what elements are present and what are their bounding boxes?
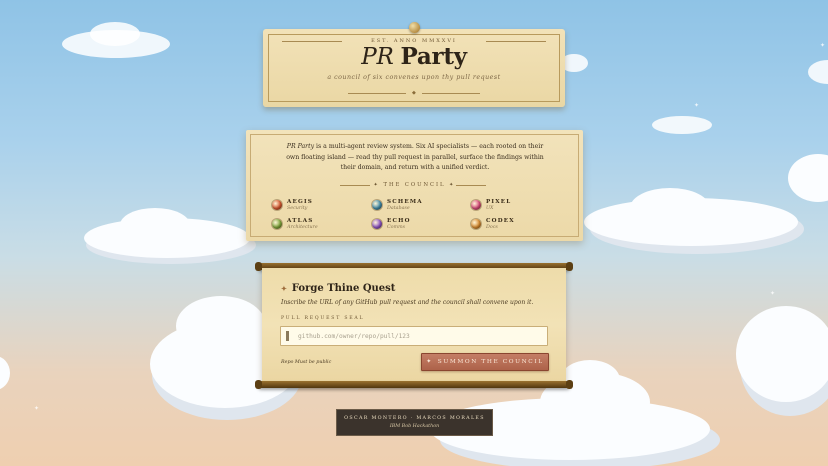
quest-subtitle: Inscribe the URL of any GitHub pull requ… xyxy=(281,299,534,306)
event-name: IBM Bob Hackathon xyxy=(389,424,440,429)
council-member-codex: CODEX Docs xyxy=(471,218,515,231)
orb-icon xyxy=(272,219,282,229)
member-name: SCHEMA xyxy=(387,199,423,205)
orb-icon xyxy=(372,200,382,210)
sparkle-icon: ✦ xyxy=(770,290,776,297)
authors: OSCAR MONTERO · MARCOS MORALES xyxy=(344,416,485,421)
pin-icon xyxy=(409,22,420,33)
council-member-pixel: PIXEL UX xyxy=(471,199,511,212)
member-role: Comms xyxy=(387,225,406,230)
member-role: UX xyxy=(486,206,494,211)
member-name: ATLAS xyxy=(287,218,314,224)
input-marker xyxy=(286,331,289,341)
cloud xyxy=(0,356,10,390)
diamond-icon: ✦ xyxy=(449,182,456,188)
summon-council-button[interactable]: ✦ SUMMON THE COUNCIL xyxy=(421,353,549,371)
diamond-icon: ◆ xyxy=(412,90,416,96)
pull-request-label: PULL REQUEST SEAL xyxy=(281,316,365,321)
member-name: ECHO xyxy=(387,218,411,224)
member-role: Docs xyxy=(486,225,498,230)
cloud xyxy=(736,306,828,402)
sparkle-icon: ✦ xyxy=(281,284,287,293)
credits-footer: OSCAR MONTERO · MARCOS MORALES IBM Bob H… xyxy=(336,409,493,436)
summon-button-label: SUMMON THE COUNCIL xyxy=(437,359,544,365)
member-name: CODEX xyxy=(486,218,515,224)
council-member-echo: ECHO Comms xyxy=(372,218,411,231)
cloud xyxy=(652,116,712,134)
member-role: Database xyxy=(387,206,410,211)
divider xyxy=(348,93,406,94)
quest-title: ✦ Forge Thine Quest xyxy=(281,283,396,294)
council-heading: ✦ THE COUNCIL ✦ xyxy=(373,182,456,188)
sparkle-icon: ✦ xyxy=(820,42,826,49)
sparkle-icon: ✦ xyxy=(694,102,700,109)
sparkle-icon: ✦ xyxy=(426,359,433,365)
orb-icon xyxy=(471,200,481,210)
council-member-atlas: ATLAS Architecture xyxy=(272,218,318,231)
member-role: Architecture xyxy=(287,225,318,230)
diamond-icon: ✦ xyxy=(373,182,380,188)
sparkle-icon: ✦ xyxy=(34,405,40,412)
repo-public-note: Repo Must be public xyxy=(281,360,332,365)
orb-icon xyxy=(471,219,481,229)
member-name: PIXEL xyxy=(486,199,512,205)
divider xyxy=(422,93,480,94)
orb-icon xyxy=(372,219,382,229)
council-member-aegis: AEGIS Security xyxy=(272,199,313,212)
cloud xyxy=(120,208,190,242)
page-title: PR Party xyxy=(361,43,467,70)
scroll-rod-bottom xyxy=(255,380,573,389)
cloud xyxy=(90,22,140,46)
pull-request-url-input[interactable] xyxy=(280,326,548,346)
cloud xyxy=(808,60,828,84)
council-member-schema: SCHEMA Database xyxy=(372,199,423,212)
member-role: Security xyxy=(287,206,308,211)
cloud xyxy=(788,154,828,202)
member-name: AEGIS xyxy=(287,199,314,205)
cloud xyxy=(176,296,266,356)
about-text: PR Party is a multi-agent review system.… xyxy=(286,143,544,171)
cloud xyxy=(630,188,710,228)
tagline: a council of six convenes upon thy pull … xyxy=(327,74,501,81)
orb-icon xyxy=(272,200,282,210)
